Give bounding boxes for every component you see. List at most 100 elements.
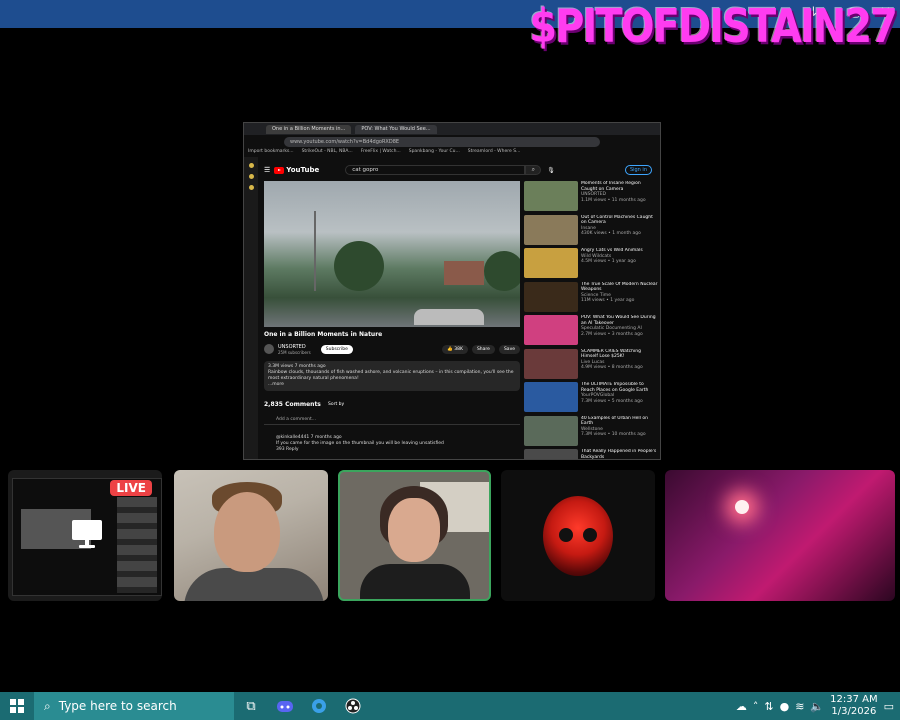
comment-like-count[interactable]: 393	[276, 447, 285, 452]
discord-call-screen: ↓ ▢ ✕ $PITOFDISTAIN27 One in a Billion M…	[0, 0, 900, 720]
chevron-up-icon[interactable]: ˄	[753, 700, 759, 713]
bookmark-item[interactable]: Spankbang - Your Cu...	[409, 147, 460, 156]
notification-icon[interactable]: ▭	[884, 700, 894, 713]
recommendation-thumbnail[interactable]	[524, 181, 578, 211]
browser-icon[interactable]	[302, 692, 336, 720]
microphone-icon[interactable]: ●	[780, 700, 790, 713]
recommendation-thumbnail[interactable]	[524, 348, 578, 379]
menu-icon[interactable]: ☰	[264, 166, 270, 174]
recommendation-item[interactable]: That Really Happened in People's Backyar…	[524, 449, 658, 459]
recommendation-meta: Angry Cats vs Wild Animals Wild Wildcats 4…	[581, 248, 643, 282]
system-tray: ☁ ˄ ⇅ ● ≋ 🔈 12:37 AM 1/3/2026 ▭	[736, 694, 900, 718]
video-title: One in a Billion Moments in Nature	[264, 331, 383, 338]
recommendation-thumbnail[interactable]	[524, 248, 578, 278]
clock[interactable]: 12:37 AM 1/3/2026	[830, 694, 877, 718]
recommendation-item[interactable]: POV: What You Would See During an AI Tak…	[524, 315, 658, 349]
recommendation-item[interactable]: Moments of Insane Region Caught on Camer…	[524, 181, 658, 215]
participant-tile-camera[interactable]	[665, 470, 895, 601]
recommendation-title[interactable]: The True Scale Of Modern Nuclear Weapons	[581, 282, 658, 293]
bookmark-item[interactable]: Import bookmarks...	[248, 147, 294, 156]
description-text: Rainbow clouds, thousands of fish washed…	[268, 370, 514, 381]
save-button[interactable]: Save	[498, 344, 520, 354]
video-scene	[314, 211, 316, 291]
obs-icon[interactable]	[336, 692, 370, 720]
sort-by-button[interactable]: Sort by	[328, 402, 344, 407]
description-more-link[interactable]: ...more	[268, 382, 516, 388]
share-button[interactable]: Share	[471, 344, 495, 354]
skull-eye	[583, 528, 597, 542]
comment-item: @kinkalle4441 7 months ago If you came f…	[264, 435, 520, 453]
recommendation-title[interactable]: That Really Happened in People's Backyar…	[581, 449, 656, 459]
clock-time: 12:37 AM	[830, 694, 878, 705]
recommendation-thumbnail[interactable]	[524, 382, 578, 412]
youtube-header: ☰ YouTube cat gopro ⌕ 🎙 Sign in	[264, 163, 656, 177]
bookmark-item[interactable]: StrikeOut - NBL, NBA...	[302, 147, 353, 156]
recommendation-thumbnail[interactable]	[524, 281, 578, 312]
weather-icon[interactable]: ☁	[736, 700, 747, 713]
sign-in-button[interactable]: Sign in	[624, 165, 652, 175]
browser-tab[interactable]: POV: What You Would See...	[355, 124, 437, 134]
youtube-search-input[interactable]: cat gopro	[345, 165, 526, 175]
address-bar[interactable]: www.youtube.com/watch?v=Bd4dgoRXD8E	[284, 137, 600, 147]
camera-feed	[184, 568, 324, 601]
microphone-icon[interactable]: 🎙	[547, 167, 555, 174]
participant-tile-stream[interactable]: LIVE	[8, 470, 162, 601]
channel-avatar[interactable]	[264, 344, 274, 354]
recommendation-item[interactable]: SCAMMER CRIES Watching Himself Lose $25K…	[524, 348, 658, 383]
wifi-icon[interactable]: ≋	[795, 700, 804, 713]
recommendation-meta: That Really Happened in People's Backyar…	[581, 449, 658, 459]
video-player[interactable]	[264, 181, 520, 327]
camera-feed	[214, 492, 280, 572]
participant-tile-camera[interactable]	[174, 470, 328, 601]
sidebar-icon[interactable]	[248, 185, 254, 190]
recommendation-item[interactable]: The ULTIMATE Impossible to Reach Places …	[524, 382, 658, 416]
sidebar-icon[interactable]	[248, 163, 254, 168]
start-button[interactable]	[0, 692, 34, 720]
video-scene	[334, 241, 384, 291]
browser-tab[interactable]: One in a Billion Moments in...	[266, 124, 352, 134]
recommendation-item[interactable]: The True Scale Of Modern Nuclear Weapons…	[524, 281, 658, 316]
screen-share-window[interactable]: One in a Billion Moments in... POV: What…	[243, 122, 661, 460]
discord-icon[interactable]	[268, 692, 302, 720]
network-icon[interactable]: ⇅	[764, 700, 773, 713]
recommendation-stats: 7.3M views • 10 months ago	[581, 432, 646, 437]
recommendation-thumbnail[interactable]	[524, 214, 578, 245]
recommendation-title[interactable]: Out of Control Machines Caught on Camera	[581, 215, 653, 226]
taskbar-search-input[interactable]: ⌕ Type here to search	[34, 692, 234, 720]
recommendation-meta: SCAMMER CRIES Watching Himself Lose $25K…	[581, 349, 658, 383]
like-count: 38K	[454, 346, 463, 352]
subscribe-button[interactable]: Subscribe	[320, 344, 353, 354]
recommendation-item[interactable]: Angry Cats vs Wild Animals Wild Wildcats 4…	[524, 248, 658, 282]
recommendation-item[interactable]: Out of Control Machines Caught on Camera…	[524, 214, 658, 249]
bookmark-item[interactable]: FreeFlix | Watch...	[361, 147, 401, 156]
recommendation-stats: 2.7M views • 3 months ago	[581, 331, 643, 337]
channel-name[interactable]: UNSORTED	[278, 344, 311, 350]
recommendation-title[interactable]: Moments of Insane Region Caught on Camer…	[581, 181, 641, 192]
volume-icon[interactable]: 🔈	[810, 700, 824, 713]
video-description[interactable]: 3.3M views 7 months ago Rainbow clouds, …	[264, 361, 520, 391]
recommendation-item[interactable]: 40 Examples of Urban Hell on Earth Wellst…	[524, 415, 658, 450]
participant-tile-speaking[interactable]	[338, 470, 491, 601]
recommendation-title[interactable]: Angry Cats vs Wild Animals	[581, 248, 643, 253]
recommendation-title[interactable]: The ULTIMATE Impossible to Reach Places …	[581, 382, 648, 393]
browser-sidebar	[244, 157, 258, 459]
add-comment-input[interactable]: Add a comment...	[264, 417, 520, 425]
comments-count: 2,835 Comments	[264, 401, 321, 408]
recommendation-thumbnail[interactable]	[524, 449, 578, 459]
task-view-icon[interactable]: ⧉	[234, 692, 268, 720]
bookmark-item[interactable]: Streamlord - Where S...	[468, 147, 521, 156]
recommendation-thumbnail[interactable]	[524, 415, 578, 446]
recommendation-thumbnail[interactable]	[524, 315, 578, 345]
comment-reply-button[interactable]: Reply	[286, 447, 298, 452]
recommendation-title[interactable]: SCAMMER CRIES Watching Himself Lose $25K…	[581, 349, 641, 360]
recommendation-title[interactable]: 40 Examples of Urban Hell on Earth	[581, 416, 648, 427]
search-icon[interactable]: ⌕	[525, 165, 542, 175]
participant-tile-avatar[interactable]	[501, 470, 655, 601]
sidebar-icon[interactable]	[248, 174, 254, 179]
recommendation-title[interactable]: POV: What You Would See During an AI Tak…	[581, 315, 656, 326]
like-button[interactable]: 👍 38K	[442, 344, 468, 354]
youtube-logo[interactable]: YouTube	[274, 166, 319, 174]
video-scene	[444, 261, 484, 285]
channel-row: UNSORTED 25M subscribers Subscribe 👍 38K…	[264, 342, 520, 356]
subscriber-count: 25M subscribers	[278, 349, 311, 355]
